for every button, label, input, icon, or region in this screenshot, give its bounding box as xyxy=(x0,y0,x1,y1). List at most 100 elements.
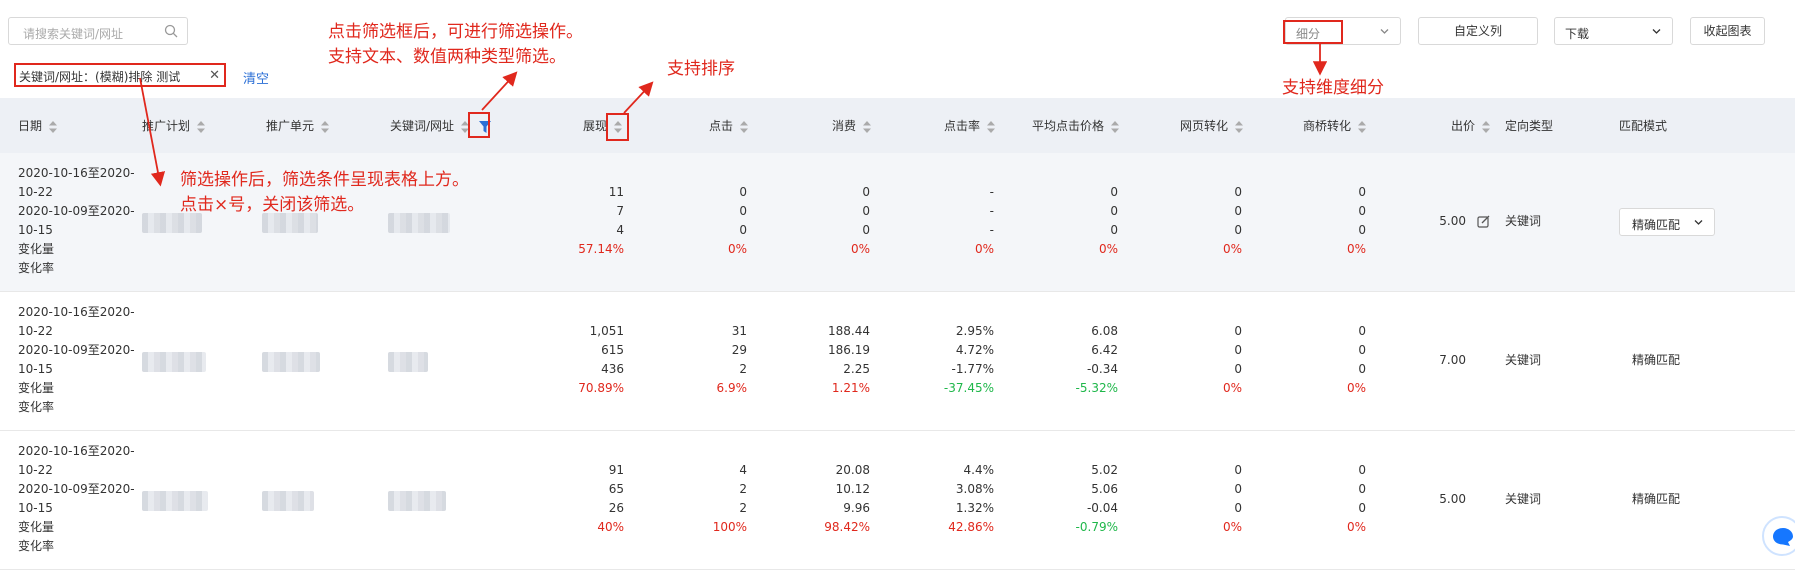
campaign-name-redacted[interactable] xyxy=(142,491,208,511)
column-header-web-conversion[interactable]: 网页转化 xyxy=(1180,117,1243,134)
annotation-filter-1: 点击筛选框后，可进行筛选操作。 xyxy=(328,22,583,42)
clear-filters-link[interactable]: 清空 xyxy=(243,68,269,87)
metric-value: - xyxy=(989,223,994,237)
metric-value: 436 xyxy=(601,362,624,376)
sort-icon[interactable] xyxy=(1110,120,1119,133)
annotation-segment: 支持维度细分 xyxy=(1282,78,1384,98)
sort-icon[interactable] xyxy=(862,120,871,133)
impressions-cell: 91 65 26 40% xyxy=(514,461,624,537)
metric-value: 1,051 xyxy=(589,324,624,338)
metric-value: - xyxy=(989,185,994,199)
metric-value: 188.44 xyxy=(828,324,870,338)
metric-value: 0 xyxy=(1234,482,1242,496)
change-rate-value: 0% xyxy=(850,242,870,256)
segment-highlight-box xyxy=(1283,20,1343,44)
sort-icon[interactable] xyxy=(320,120,329,133)
sort-icon[interactable] xyxy=(1481,120,1490,133)
column-header-avg-cpc[interactable]: 平均点击价格 xyxy=(1032,117,1119,134)
web-conversion-cell: 0 0 0 0% xyxy=(1132,322,1242,398)
ctr-cell: 2.95% 4.72% -1.77% -37.45% xyxy=(884,322,994,398)
column-header-label: 点击率 xyxy=(944,119,981,133)
adgroup-name-redacted[interactable] xyxy=(262,491,314,511)
sort-icon[interactable] xyxy=(1234,120,1243,133)
column-header-label: 点击 xyxy=(709,119,734,133)
bid-cell[interactable]: 5.00 xyxy=(1406,212,1466,231)
column-header-label: 商桥转化 xyxy=(1303,119,1352,133)
search-icon[interactable] xyxy=(164,24,178,38)
sort-icon[interactable] xyxy=(196,120,205,133)
metric-value: 0 xyxy=(1358,362,1366,376)
search-input[interactable]: 请搜索关键词/网址 xyxy=(8,17,188,45)
filter-highlight-box xyxy=(468,112,490,138)
annotation-result-1: 筛选操作后，筛选条件呈现表格上方。 xyxy=(180,170,469,190)
filter-tag-text: 关键词/网址：(模糊)排除 测试 xyxy=(19,70,181,84)
change-rate-value: -37.45% xyxy=(943,381,994,395)
metric-value: 0 xyxy=(1358,204,1366,218)
column-header-bid[interactable]: 出价 xyxy=(1451,117,1490,134)
metric-value: 4 xyxy=(739,463,747,477)
sort-icon[interactable] xyxy=(1357,120,1366,133)
chat-assistant-button[interactable] xyxy=(1762,516,1795,556)
metric-value: 3.08% xyxy=(955,482,994,496)
change-rate-value: 0% xyxy=(1346,520,1366,534)
column-header-bridge-conversion[interactable]: 商桥转化 xyxy=(1303,117,1366,134)
chevron-down-icon xyxy=(1380,29,1389,34)
metric-value: 0 xyxy=(739,204,747,218)
campaign-name-redacted[interactable] xyxy=(142,352,206,372)
metric-value: -0.34 xyxy=(1086,362,1118,376)
impressions-cell: 11 7 4 57.14% xyxy=(514,183,624,259)
metric-value: 2 xyxy=(739,482,747,496)
column-header-cost[interactable]: 消费 xyxy=(832,117,871,134)
metric-value: -0.04 xyxy=(1086,501,1118,515)
metric-value: 0 xyxy=(739,185,747,199)
match-mode-select[interactable]: 精确匹配 xyxy=(1619,208,1715,236)
date-line: 10-22 xyxy=(18,463,53,477)
bid-cell[interactable]: 5.00 xyxy=(1406,490,1466,509)
metric-value: 0 xyxy=(1358,482,1366,496)
collapse-chart-button[interactable]: 收起图表 xyxy=(1690,17,1765,45)
date-line: 2020-10-16至2020- xyxy=(18,444,135,458)
change-rate-value: 100% xyxy=(712,520,747,534)
table-row: 2020-10-16至2020- 10-22 2020-10-09至2020- 10-… xyxy=(0,292,1795,431)
adgroup-name-redacted[interactable] xyxy=(262,352,320,372)
metric-value: 0 xyxy=(1358,223,1366,237)
metric-value: 186.19 xyxy=(828,343,870,357)
change-rate-value: 0% xyxy=(1222,242,1242,256)
metric-value: 1.32% xyxy=(955,501,994,515)
bridge-conversion-cell: 0 0 0 0% xyxy=(1256,322,1366,398)
column-header-clicks[interactable]: 点击 xyxy=(709,117,748,134)
download-select[interactable]: 下载 xyxy=(1554,17,1673,45)
date-line: 10-15 xyxy=(18,362,53,376)
metric-value: 0 xyxy=(1358,324,1366,338)
column-header-ctr[interactable]: 点击率 xyxy=(944,117,995,134)
bid-cell[interactable]: 7.00 xyxy=(1406,351,1466,370)
date-line: 变化率 xyxy=(18,539,55,553)
avg-cpc-cell: 6.08 6.42 -0.34 -5.32% xyxy=(1008,322,1118,398)
change-rate-value: 0% xyxy=(1222,381,1242,395)
date-line: 2020-10-16至2020- xyxy=(18,166,135,180)
sort-icon[interactable] xyxy=(739,120,748,133)
edit-icon[interactable] xyxy=(1477,215,1490,228)
keyword-redacted[interactable] xyxy=(388,213,450,233)
change-rate-value: 98.42% xyxy=(824,520,870,534)
close-icon[interactable]: ✕ xyxy=(209,68,220,83)
date-line: 变化率 xyxy=(18,261,55,275)
sort-icon[interactable] xyxy=(986,120,995,133)
column-header-campaign[interactable]: 推广计划 xyxy=(142,117,205,134)
keyword-redacted[interactable] xyxy=(388,491,446,511)
metric-value: 29 xyxy=(731,343,747,357)
column-header-date[interactable]: 日期 xyxy=(18,117,57,134)
cost-cell: 188.44 186.19 2.25 1.21% xyxy=(760,322,870,398)
date-line: 10-22 xyxy=(18,185,53,199)
column-header-adgroup[interactable]: 推广单元 xyxy=(266,117,329,134)
custom-columns-button[interactable]: 自定义列 xyxy=(1418,17,1538,45)
column-header-label: 推广单元 xyxy=(266,119,315,133)
keyword-redacted[interactable] xyxy=(388,352,428,372)
metric-value: 4 xyxy=(616,223,624,237)
metric-value: 31 xyxy=(731,324,747,338)
change-rate-value: 40% xyxy=(597,520,624,534)
chevron-down-icon xyxy=(1652,29,1661,34)
metric-value: 26 xyxy=(608,501,624,515)
annotation-sort: 支持排序 xyxy=(667,59,735,79)
sort-icon[interactable] xyxy=(48,120,57,133)
